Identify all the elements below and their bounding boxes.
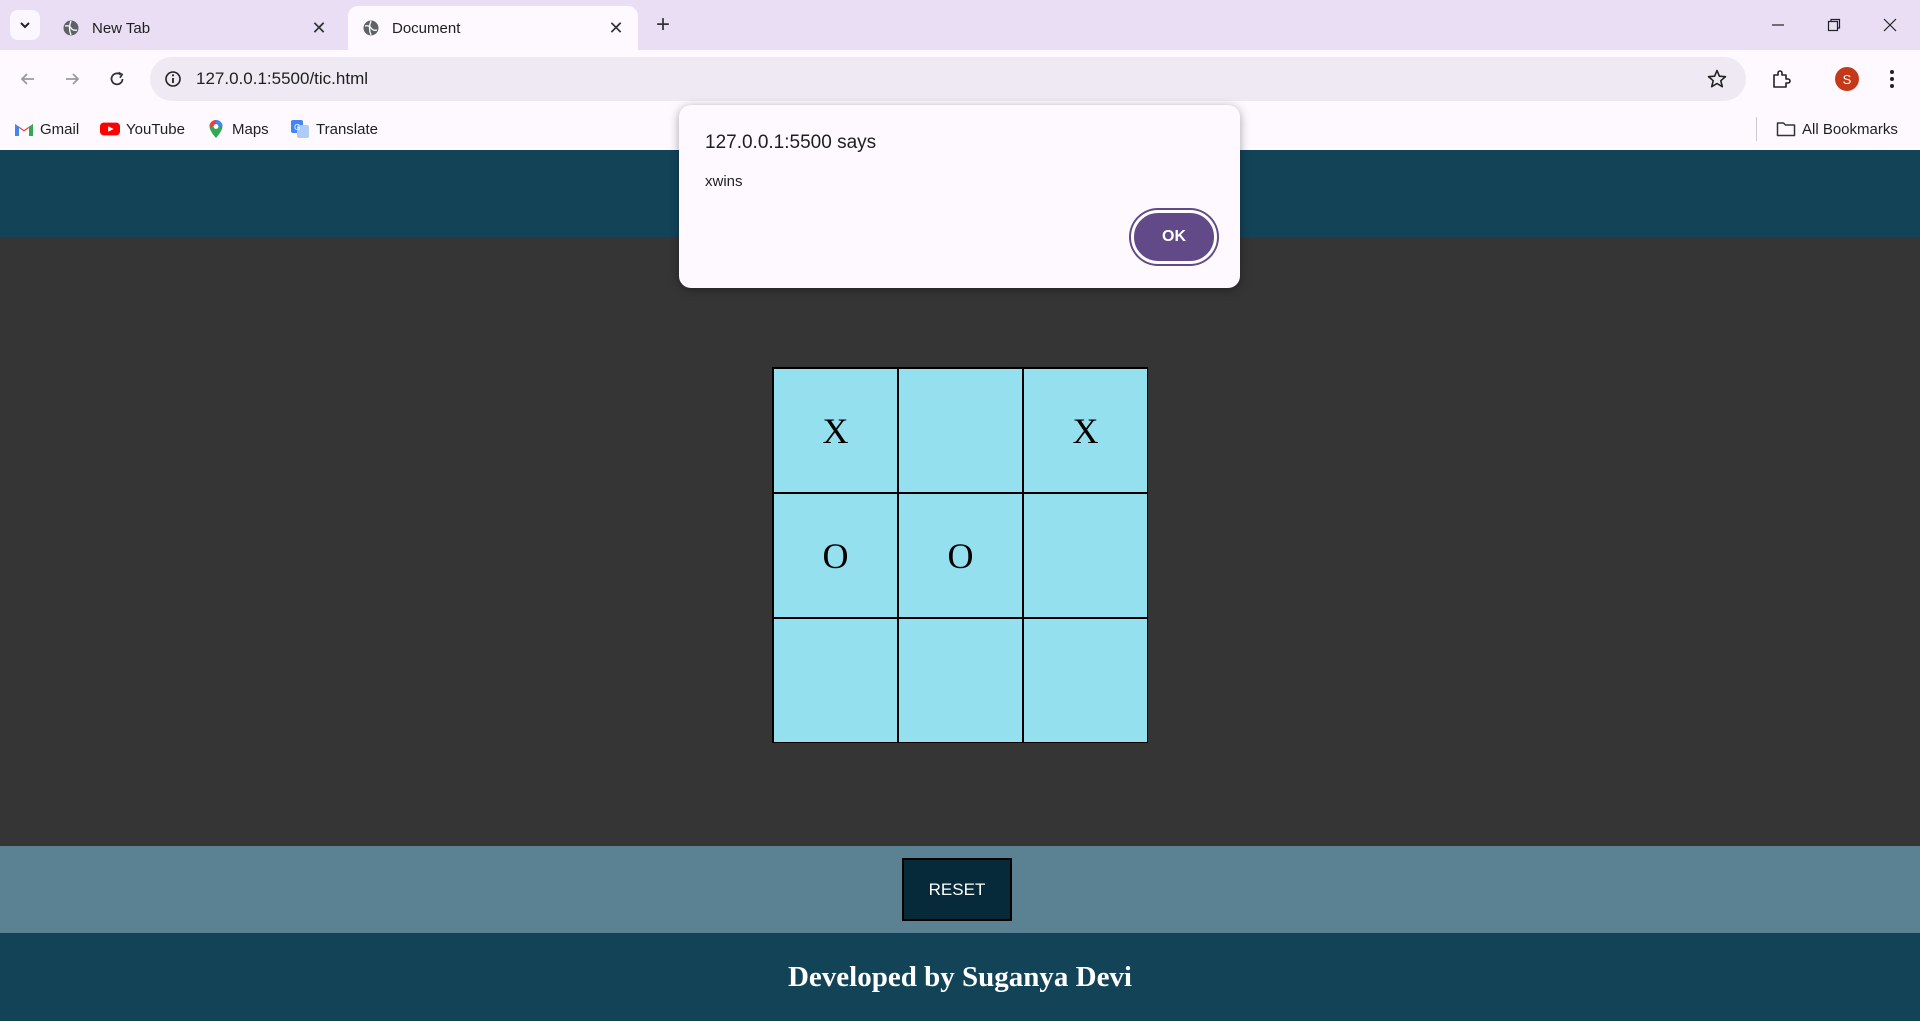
address-bar[interactable]: 127.0.0.1:5500/tic.html (150, 57, 1746, 101)
forward-icon[interactable] (56, 63, 88, 95)
back-icon[interactable] (12, 63, 44, 95)
reset-button[interactable]: RESET (902, 858, 1012, 921)
bookmark-label: YouTube (126, 120, 185, 138)
close-icon[interactable]: ✕ (606, 18, 626, 38)
new-tab-plus-icon[interactable]: + (650, 11, 676, 38)
gmail-icon (14, 119, 34, 139)
footer: Developed by Suganya Devi (0, 933, 1920, 1021)
restore-icon[interactable] (1806, 0, 1862, 50)
bookmark-label: Gmail (40, 120, 80, 138)
browser-toolbar: 127.0.0.1:5500/tic.html S (0, 50, 1920, 108)
alert-ok-button[interactable]: OK (1131, 210, 1217, 264)
board-cell-3[interactable]: X (1023, 368, 1148, 493)
bookmark-youtube[interactable]: YouTube (100, 117, 185, 141)
board-cell-4[interactable]: O (773, 493, 898, 618)
board-cell-7[interactable] (773, 618, 898, 743)
profile-avatar[interactable]: S (1835, 67, 1859, 91)
tab-title: New Tab (92, 19, 151, 37)
globe-icon (62, 19, 80, 37)
folder-icon (1776, 119, 1796, 139)
alert-title: 127.0.0.1:5500 says (705, 132, 877, 153)
bookmark-maps[interactable]: Maps (206, 117, 269, 141)
alert-dialog: 127.0.0.1:5500 says xwins OK (679, 105, 1240, 288)
reload-icon[interactable] (101, 63, 133, 95)
board-cell-1[interactable]: X (773, 368, 898, 493)
tab-new-tab[interactable]: New Tab ✕ (48, 6, 341, 50)
more-menu-icon[interactable] (1876, 63, 1908, 95)
extensions-icon[interactable] (1765, 63, 1797, 95)
site-info-icon[interactable] (162, 68, 184, 90)
alert-message: xwins (705, 173, 743, 190)
chevron-down-icon (20, 22, 30, 29)
board-cell-8[interactable] (898, 618, 1023, 743)
bookmark-label: Translate (316, 120, 378, 138)
minimize-icon[interactable] (1750, 0, 1806, 50)
all-bookmarks-label: All Bookmarks (1802, 120, 1898, 138)
tab-search-button[interactable] (10, 10, 40, 40)
bookmark-translate[interactable]: G Translate (290, 117, 378, 141)
bookmark-gmail[interactable]: Gmail (14, 117, 79, 141)
tab-title: Document (392, 19, 461, 37)
board-cell-6[interactable] (1023, 493, 1148, 618)
footer-credit: Developed by Suganya Devi (787, 960, 1132, 993)
bookmark-label: Maps (232, 120, 269, 138)
tab-document[interactable]: Document ✕ (348, 6, 638, 50)
window-close-icon[interactable] (1862, 0, 1918, 50)
globe-icon (362, 19, 380, 37)
maps-icon (206, 119, 226, 139)
bookmark-star-icon[interactable] (1706, 68, 1728, 90)
board-cell-9[interactable] (1023, 618, 1148, 743)
board-cell-5[interactable]: O (898, 493, 1023, 618)
youtube-icon (100, 119, 120, 139)
board-cell-2[interactable] (898, 368, 1023, 493)
svg-text:G: G (294, 123, 300, 132)
bookmarks-divider (1756, 117, 1757, 141)
tab-strip: New Tab ✕ Document ✕ + (0, 0, 1920, 50)
close-icon[interactable]: ✕ (309, 18, 329, 38)
url-text: 127.0.0.1:5500/tic.html (196, 69, 369, 88)
all-bookmarks[interactable]: All Bookmarks (1776, 117, 1898, 141)
translate-icon: G (290, 119, 310, 139)
tic-tac-toe-board: X X O O (772, 367, 1148, 743)
